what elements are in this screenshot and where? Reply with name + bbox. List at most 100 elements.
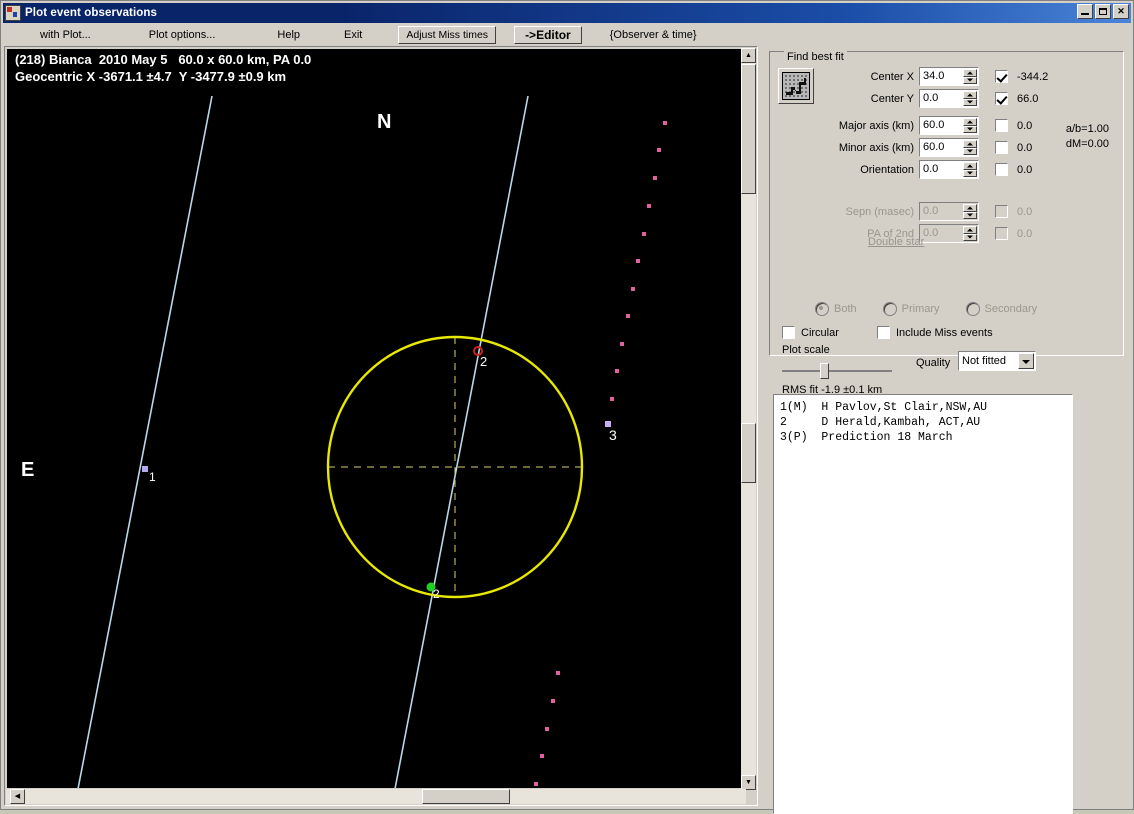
plot-horizontal-scrollbar[interactable]: ◀ xyxy=(6,789,746,804)
menu-with-plot[interactable]: with Plot... xyxy=(32,27,99,43)
spinner-up-button[interactable] xyxy=(963,204,977,212)
fit-field-input: 0.0 xyxy=(919,224,979,243)
vscroll-thumb[interactable] xyxy=(741,423,756,483)
spinner-up-button[interactable] xyxy=(963,118,977,126)
circular-checkbox[interactable] xyxy=(782,326,795,339)
radio-both[interactable] xyxy=(815,302,829,316)
adjust-miss-times-button[interactable]: Adjust Miss times xyxy=(398,26,497,44)
miss-series-lower-point xyxy=(551,699,555,703)
miss-series-upper-point xyxy=(642,232,646,236)
fit-field-checkbox[interactable] xyxy=(995,163,1008,176)
axis-ratio-box: a/b=1.00 dM=0.00 xyxy=(1066,122,1109,152)
spinner-down-button[interactable] xyxy=(963,169,977,177)
circular-label: Circular xyxy=(801,326,839,339)
north-label: N xyxy=(377,111,392,133)
hscroll-track[interactable] xyxy=(6,789,746,804)
list-item[interactable]: 3(P) Prediction 18 March xyxy=(780,430,1072,445)
include-miss-checkbox-row: Include Miss events xyxy=(877,326,993,339)
star-component-radio-group: Both Primary Secondary xyxy=(815,302,1063,316)
close-button[interactable]: ✕ xyxy=(1113,4,1129,19)
fit-field-row: Orientation 0.0 0.0 xyxy=(822,160,1032,179)
plot-vertical-scrollbar[interactable]: ▲ ▼ xyxy=(741,48,756,790)
fit-field-label: Center Y xyxy=(870,92,914,105)
plot-canvas[interactable]: 33 122 50 km (218) Bianca 2010 May 5 60.… xyxy=(7,49,742,788)
radio-primary-label: Primary xyxy=(901,303,940,315)
fit-field-input: 0.0 xyxy=(919,202,979,221)
plot-scale-slider-track[interactable] xyxy=(782,370,892,372)
app-icon xyxy=(5,5,21,21)
find-best-fit-group: Find best fit Center X 34.0 -344.2 Cente… xyxy=(769,51,1124,396)
fit-field-row: Sepn (masec) 0.0 0.0 xyxy=(822,202,1032,221)
quality-dropdown[interactable]: Not fitted xyxy=(958,351,1036,371)
plot-header-line1: (218) Bianca 2010 May 5 60.0 x 60.0 km, … xyxy=(15,52,312,67)
east-label: E xyxy=(21,459,35,481)
spinner-up-button[interactable] xyxy=(963,226,977,234)
menu-exit[interactable]: Exit xyxy=(336,27,370,43)
fit-field-value: 0.0 xyxy=(923,227,939,239)
chart-zigzag-icon xyxy=(782,72,810,100)
spinner-up-button[interactable] xyxy=(963,140,977,148)
minimize-button[interactable] xyxy=(1077,4,1093,19)
plot-scale-slider-thumb[interactable] xyxy=(820,363,829,379)
spinner-up-button[interactable] xyxy=(963,162,977,170)
miss-series-upper-label: 3 xyxy=(609,427,617,443)
spinner-up-button[interactable] xyxy=(963,91,977,99)
fit-field-checkbox[interactable] xyxy=(995,92,1008,105)
fit-field-checkbox[interactable] xyxy=(995,119,1008,132)
menu-plot-options[interactable]: Plot options... xyxy=(141,27,224,43)
radio-secondary[interactable] xyxy=(965,302,980,316)
spinner-down-button[interactable] xyxy=(963,98,977,106)
fit-field-value: 0.0 xyxy=(923,92,939,104)
vscroll-up-arrow[interactable]: ▲ xyxy=(741,48,756,63)
plot-header-line2: Geocentric X -3671.1 ±4.7 Y -3477.9 ±0.9… xyxy=(15,69,287,84)
menu-bar: with Plot... Plot options... Help Exit A… xyxy=(4,25,1130,45)
vscroll-down-arrow[interactable]: ▼ xyxy=(741,775,756,790)
quality-selected-value: Not fitted xyxy=(962,355,1007,367)
spinner-up-button[interactable] xyxy=(963,69,977,77)
miss-series-lower-point xyxy=(540,754,544,758)
maximize-button[interactable] xyxy=(1095,4,1111,19)
include-miss-events-checkbox[interactable] xyxy=(877,326,890,339)
fit-field-input[interactable]: 0.0 xyxy=(919,89,979,108)
plot-panel: 33 122 50 km (218) Bianca 2010 May 5 60.… xyxy=(4,46,758,806)
observer-time-status: {Observer & time} xyxy=(609,29,697,41)
editor-button[interactable]: ->Editor xyxy=(514,26,582,44)
fit-field-input[interactable]: 60.0 xyxy=(919,138,979,157)
hscroll-left-arrow[interactable]: ◀ xyxy=(10,789,25,804)
menu-help[interactable]: Help xyxy=(269,27,308,43)
list-item[interactable]: 1(M) H Pavlov,St Clair,NSW,AU xyxy=(780,400,1072,415)
hscroll-thumb[interactable] xyxy=(422,789,510,804)
chevron-down-icon[interactable] xyxy=(1018,353,1034,369)
plot-scale-slider[interactable] xyxy=(782,363,892,379)
fit-field-label: Major axis (km) xyxy=(838,119,914,132)
fit-field-input[interactable]: 60.0 xyxy=(919,116,979,135)
list-item[interactable]: 2 D Herald,Kambah, ACT,AU xyxy=(780,415,1072,430)
fit-field-label: Orientation xyxy=(860,163,914,176)
chord-line-1 xyxy=(77,95,213,788)
window-title: Plot event observations xyxy=(25,7,158,19)
observations-list[interactable]: 1(M) H Pavlov,St Clair,NSW,AU 2 D Herald… xyxy=(773,394,1073,814)
miss-series-upper-point xyxy=(653,176,657,180)
spinner-down-button[interactable] xyxy=(963,233,977,241)
spinner-down-button[interactable] xyxy=(963,147,977,155)
fit-field-input[interactable]: 34.0 xyxy=(919,67,979,86)
fit-field-input[interactable]: 0.0 xyxy=(919,160,979,179)
fit-field-checkbox[interactable] xyxy=(995,141,1008,154)
find-best-fit-button[interactable] xyxy=(778,68,814,104)
spinner-down-button[interactable] xyxy=(963,76,977,84)
spinner-down-button[interactable] xyxy=(963,211,977,219)
miss-series-upper-point xyxy=(663,121,667,125)
radio-primary[interactable] xyxy=(882,302,897,316)
spinner-buttons xyxy=(963,162,977,177)
vscroll-thumb-upper[interactable] xyxy=(741,64,756,194)
fit-field-value: 60.0 xyxy=(923,141,945,153)
title-bar: Plot event observations ✕ xyxy=(3,3,1131,23)
spinner-down-button[interactable] xyxy=(963,125,977,133)
double-star-label: Double star xyxy=(868,236,925,248)
miss-series-upper-point xyxy=(631,287,635,291)
miss-series-upper-point xyxy=(610,397,614,401)
fit-field-result-value: 0.0 xyxy=(1017,163,1033,176)
fit-field-checkbox[interactable] xyxy=(995,70,1008,83)
fit-field-row: Major axis (km) 60.0 0.0 xyxy=(822,116,1032,135)
quality-label: Quality xyxy=(916,357,951,369)
